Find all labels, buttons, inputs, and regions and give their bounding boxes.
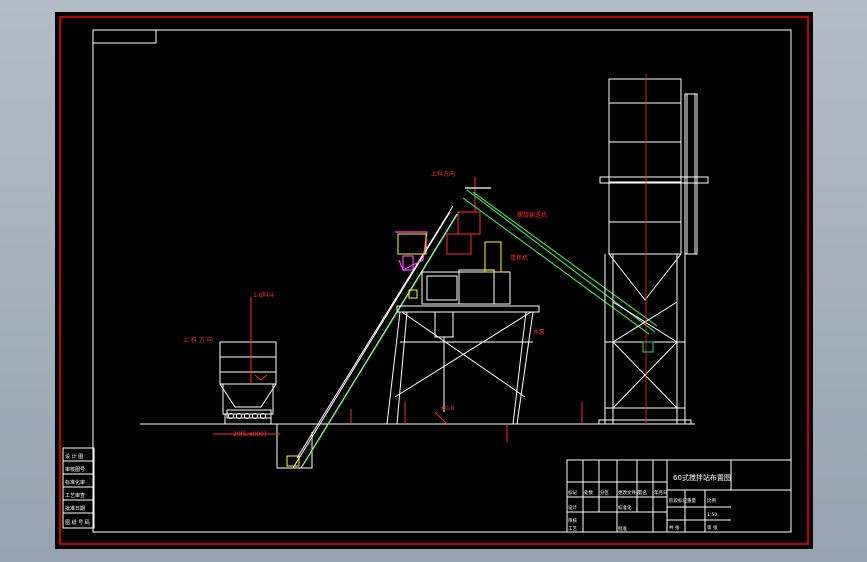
title-block-cell: 标记 — [568, 489, 577, 496]
label-feeding-direction: 上料方向 — [431, 170, 455, 178]
aggregate-hopper — [219, 341, 277, 424]
title-block-cell: 标准化 — [618, 504, 632, 511]
title-block-cell: 批准 — [618, 525, 627, 532]
inclined-conveyor — [292, 205, 458, 469]
corner-label-box — [92, 29, 157, 44]
title-block-header-row: 标记 处数 分区 更改文件号 签名 年月日 设计 标准化 审核 工艺 批准 阶段… — [568, 489, 718, 532]
title-block-cell: 设计 — [568, 504, 577, 511]
left-table-row: 图 纸 号 码 — [65, 519, 90, 526]
water-hopper — [395, 231, 428, 271]
conveyor-green-lines — [303, 211, 460, 465]
label-ground-mark: ±0.0 — [440, 405, 455, 412]
title-block-cell: 签名 — [638, 489, 647, 496]
drawing-canvas[interactable]: 上 料 方 向 1.6料斗 20[5,4000] 上料方向 螺旋输送机 搅拌机 … — [55, 12, 813, 549]
title-block-drawing-name: 60式搅拌站布置图 — [673, 473, 731, 482]
label-aggregate-bin: 1.6料斗 — [253, 291, 275, 299]
label-dimension-span: 20[5,4000] — [233, 431, 266, 438]
label-mixer: 搅拌机 — [510, 254, 528, 262]
inner-frame — [92, 29, 792, 533]
silo-valve — [642, 341, 654, 353]
label-cement-screw: 螺旋输送机 — [517, 211, 547, 219]
cad-viewport: 上 料 方 向 1.6料斗 20[5,4000] 上料方向 螺旋输送机 搅拌机 … — [0, 0, 867, 562]
left-approval-table: 设 计 图 审核图号 标准化审 工艺审查 批准日期 图 纸 号 码 — [62, 447, 95, 529]
title-block-stage: 阶段标记 — [669, 497, 687, 504]
title-block-weight: 重量 — [687, 497, 696, 504]
title-block-cell: 年月日 — [654, 489, 668, 496]
title-block-cell: 分区 — [600, 489, 609, 496]
title-block-cell: 处数 — [584, 489, 593, 496]
hopper-marker — [254, 374, 268, 381]
title-block-sheet-total: 共 张 — [669, 524, 680, 531]
left-table-row: 审核图号 — [65, 466, 85, 473]
title-block-scale-label: 比例 — [707, 497, 716, 504]
left-table-row: 设 计 图 — [65, 453, 83, 460]
title-block — [566, 459, 792, 533]
left-table-row: 批准日期 — [65, 505, 85, 512]
title-block-scale: 1:50 — [707, 512, 717, 518]
cement-silo — [598, 78, 709, 425]
title-block-cell: 工艺 — [568, 526, 577, 532]
cad-drawing: 上 料 方 向 1.6料斗 20[5,4000] 上料方向 螺旋输送机 搅拌机 … — [59, 16, 809, 545]
label-water: 水泵 — [533, 328, 545, 336]
left-table-row: 标准化审 — [65, 479, 85, 486]
left-table-row: 工艺审查 — [65, 492, 85, 499]
title-block-cell: 审核 — [568, 517, 577, 524]
mixing-platform — [386, 269, 540, 425]
outer-frame — [59, 16, 809, 545]
title-block-sheet-index: 第 张 — [707, 524, 718, 531]
label-aggregate-hopper: 上 料 方 向 — [183, 336, 213, 344]
